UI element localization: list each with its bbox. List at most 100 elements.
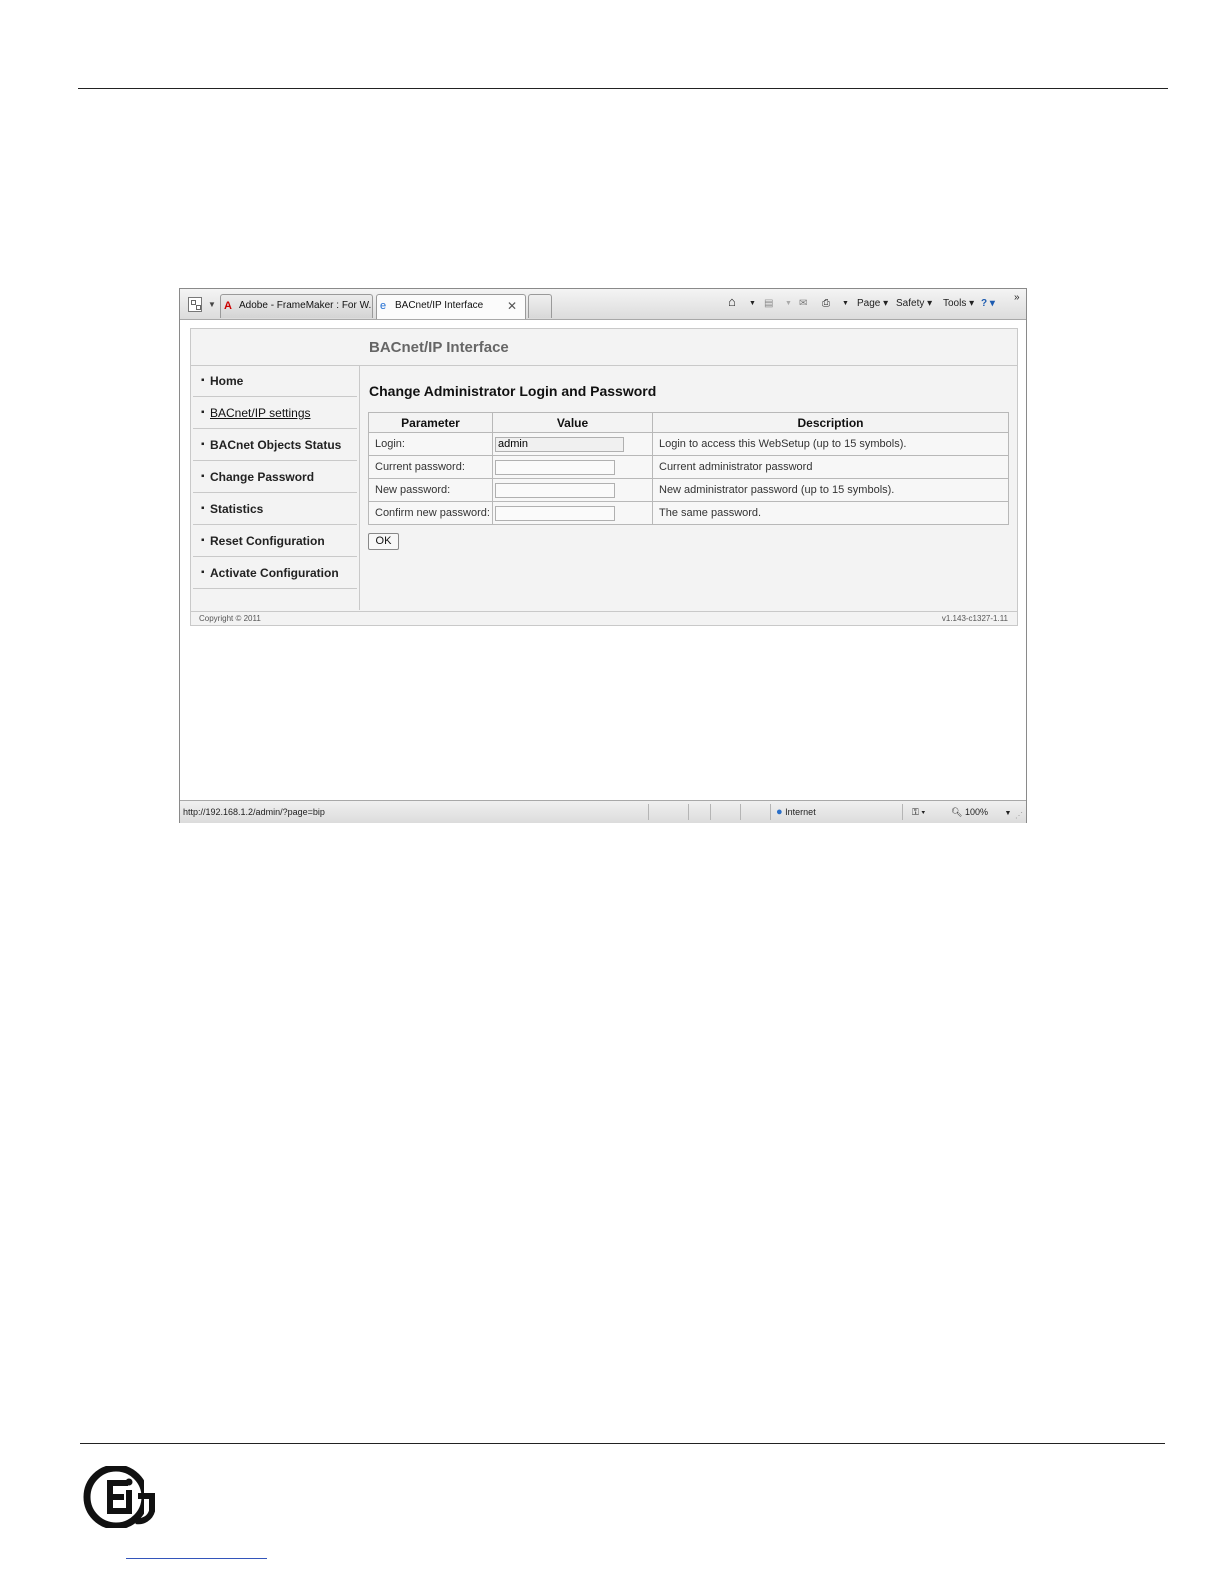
version-text: v1.143-c1327-1.11 bbox=[941, 614, 1008, 623]
new-password-input[interactable] bbox=[495, 482, 615, 498]
status-divider bbox=[902, 804, 903, 820]
nav-item-label: Home bbox=[210, 374, 244, 388]
nav-item-statistics[interactable]: ▪ Statistics bbox=[193, 494, 357, 525]
feeds-icon[interactable]: ▤ bbox=[764, 297, 773, 311]
tab-bacnet-interface[interactable]: e BACnet/IP Interface ✕ bbox=[376, 294, 526, 319]
page-menu[interactable]: Page ▾ bbox=[857, 297, 888, 311]
page-title: BACnet/IP Interface bbox=[369, 339, 509, 356]
parameter-label: Confirm new password: bbox=[368, 501, 493, 525]
close-tab-icon[interactable]: ✕ bbox=[507, 295, 517, 317]
globe-icon: ● bbox=[776, 806, 783, 818]
new-tab-button[interactable] bbox=[528, 294, 552, 318]
table-row: Login: Login to access this WebSetup (up… bbox=[368, 432, 1009, 456]
document-footer-rule bbox=[80, 1443, 1165, 1444]
copyright-text: Copyright © 2011 bbox=[199, 614, 261, 623]
status-divider bbox=[740, 804, 741, 820]
column-header: Parameter bbox=[368, 412, 493, 433]
browser-content: BACnet/IP Interface ▪ Home ▪ BACnet/IP s… bbox=[182, 320, 1024, 800]
bullet-icon: ▪ bbox=[201, 567, 205, 578]
nav-item-label: BACnet Objects Status bbox=[210, 438, 342, 452]
nav-item-activate-configuration[interactable]: ▪ Activate Configuration bbox=[193, 558, 357, 589]
status-divider bbox=[710, 804, 711, 820]
home-icon[interactable]: ⌂ bbox=[728, 295, 736, 309]
safety-menu-label: Safety bbox=[896, 298, 925, 309]
tab-adobe-framemaker[interactable]: A Adobe - FrameMaker : For W... bbox=[220, 294, 373, 318]
confirm-password-input[interactable] bbox=[495, 505, 615, 521]
protected-mode-icon[interactable]: ⚿ ▾ bbox=[912, 801, 925, 823]
table-row: Current password: Current administrator … bbox=[368, 455, 1009, 479]
safety-menu[interactable]: Safety ▾ bbox=[896, 297, 932, 311]
bullet-icon: ▪ bbox=[201, 439, 205, 450]
mail-icon[interactable]: ✉ bbox=[799, 297, 807, 311]
home-dropdown-icon[interactable]: ▼ bbox=[749, 297, 756, 311]
table-row: Confirm new password: The same password. bbox=[368, 501, 1009, 525]
table-header-row: Parameter Value Description bbox=[368, 412, 1009, 433]
page-menu-label: Page bbox=[857, 298, 881, 309]
page-header: BACnet/IP Interface bbox=[191, 329, 1017, 366]
status-url: http://192.168.1.2/admin/?page=bip bbox=[183, 807, 325, 817]
bullet-icon: ▪ bbox=[201, 407, 205, 418]
bullet-icon: ▪ bbox=[201, 503, 205, 514]
help-icon[interactable]: ? ▾ bbox=[981, 297, 995, 311]
parameter-label: Login: bbox=[368, 432, 493, 456]
zoom-control[interactable]: 🔍︎ 100% ▼ bbox=[951, 801, 1011, 825]
nav-item-label: Activate Configuration bbox=[210, 566, 339, 580]
status-bar: http://192.168.1.2/admin/?page=bip ● Int… bbox=[180, 800, 1026, 823]
main-content: Change Administrator Login and Password … bbox=[360, 366, 1017, 610]
zoom-magnifier-icon: 🔍︎ bbox=[951, 807, 963, 817]
feeds-dropdown-icon[interactable]: ▼ bbox=[785, 297, 792, 311]
browser-window: ▼ A Adobe - FrameMaker : For W... e BACn… bbox=[179, 288, 1027, 823]
section-title: Change Administrator Login and Password bbox=[369, 383, 657, 399]
tab-label: BACnet/IP Interface bbox=[395, 300, 484, 311]
value-cell bbox=[492, 501, 653, 525]
ok-button[interactable]: OK bbox=[368, 533, 399, 550]
tab-label: Adobe - FrameMaker : For W... bbox=[239, 300, 373, 311]
zoom-level: 100% bbox=[964, 807, 988, 817]
value-cell bbox=[492, 478, 653, 502]
parameter-label: New password: bbox=[368, 478, 493, 502]
security-zone-label: Internet bbox=[785, 807, 816, 817]
nav-item-home[interactable]: ▪ Home bbox=[193, 366, 357, 397]
page-footer: Copyright © 2011 v1.143-c1327-1.11 bbox=[191, 611, 1017, 626]
nav-item-bacnet-ip-settings[interactable]: ▪ BACnet/IP settings bbox=[193, 398, 357, 429]
footer-link-underline bbox=[126, 1558, 267, 1559]
status-divider bbox=[770, 804, 771, 820]
quick-tabs-icon[interactable] bbox=[188, 297, 202, 312]
column-header: Description bbox=[652, 412, 1009, 433]
nav-item-bacnet-objects-status[interactable]: ▪ BACnet Objects Status bbox=[193, 430, 357, 461]
print-icon[interactable]: ⎙ bbox=[822, 297, 830, 311]
status-divider bbox=[688, 804, 689, 820]
more-commands-chevron[interactable]: » bbox=[1014, 291, 1020, 305]
adobe-icon: A bbox=[224, 300, 232, 312]
nav-item-label: BACnet/IP settings bbox=[210, 406, 311, 420]
document-header-rule bbox=[78, 88, 1168, 89]
nav-item-label: Change Password bbox=[210, 470, 315, 484]
nav-item-reset-configuration[interactable]: ▪ Reset Configuration bbox=[193, 526, 357, 557]
security-zone: ● Internet bbox=[776, 801, 816, 823]
bullet-icon: ▪ bbox=[201, 471, 205, 482]
print-dropdown-icon[interactable]: ▼ bbox=[842, 297, 849, 311]
tools-menu-label: Tools bbox=[943, 298, 967, 309]
eig-logo bbox=[83, 1466, 155, 1528]
description-text: New administrator password (up to 15 sym… bbox=[652, 478, 1009, 502]
sidebar-nav: ▪ Home ▪ BACnet/IP settings ▪ BACnet Obj… bbox=[191, 366, 360, 610]
column-header: Value bbox=[492, 412, 653, 433]
parameter-label: Current password: bbox=[368, 455, 493, 479]
bullet-icon: ▪ bbox=[201, 375, 205, 386]
status-divider bbox=[648, 804, 649, 820]
description-text: Login to access this WebSetup (up to 15 … bbox=[652, 432, 1009, 456]
tab-bar: ▼ A Adobe - FrameMaker : For W... e BACn… bbox=[180, 289, 1026, 320]
tools-menu[interactable]: Tools ▾ bbox=[943, 297, 974, 311]
web-page: BACnet/IP Interface ▪ Home ▪ BACnet/IP s… bbox=[190, 328, 1018, 626]
nav-item-change-password[interactable]: ▪ Change Password bbox=[193, 462, 357, 493]
parameters-table: Parameter Value Description Login: Login… bbox=[368, 412, 1009, 525]
tab-list-dropdown-icon[interactable]: ▼ bbox=[208, 297, 218, 313]
resize-grip-icon[interactable]: ⋰ bbox=[1015, 812, 1023, 820]
zoom-dropdown-icon[interactable]: ▼ bbox=[1005, 810, 1012, 817]
table-row: New password: New administrator password… bbox=[368, 478, 1009, 502]
description-text: The same password. bbox=[652, 501, 1009, 525]
login-input[interactable] bbox=[495, 436, 624, 452]
description-text: Current administrator password bbox=[652, 455, 1009, 479]
value-cell bbox=[492, 432, 653, 456]
current-password-input[interactable] bbox=[495, 459, 615, 475]
